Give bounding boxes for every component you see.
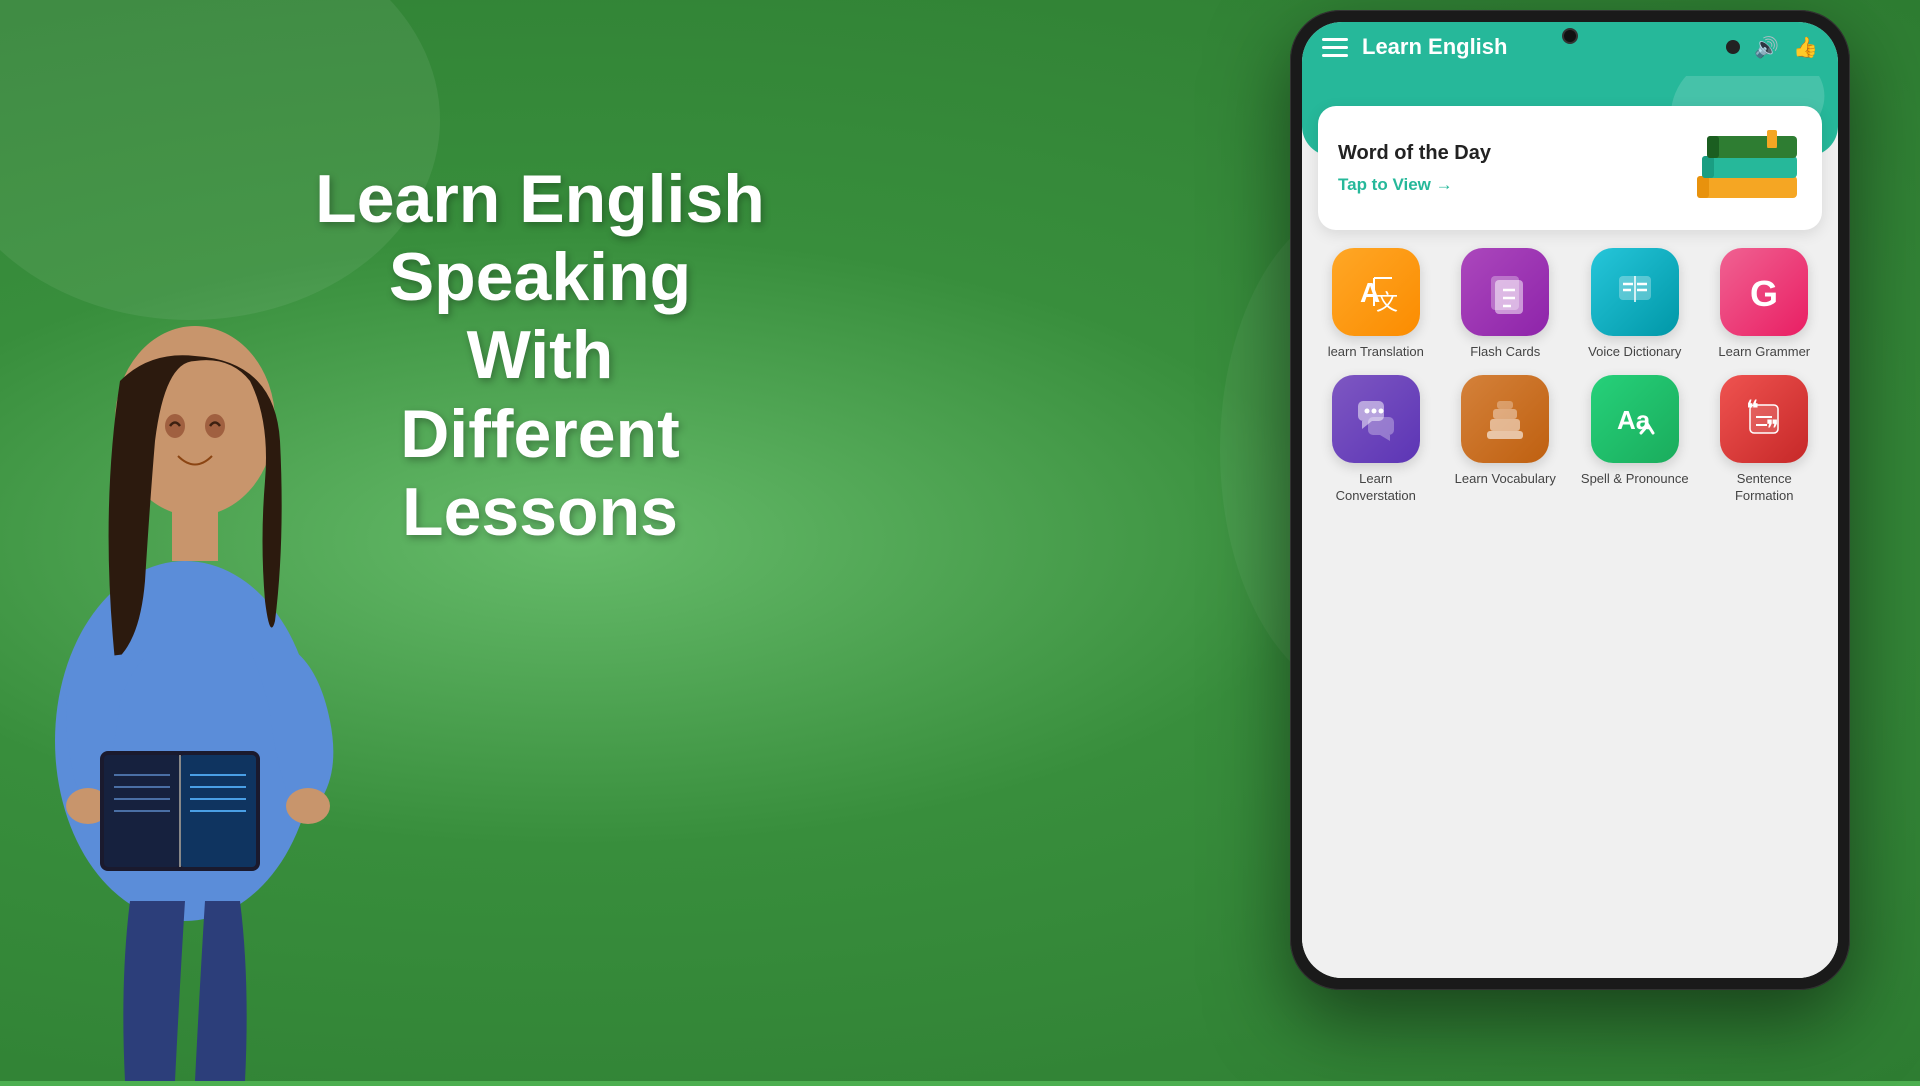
hero-subtitle-with: With xyxy=(467,317,614,393)
feature-item-learn-translation[interactable]: A文 learn Translation xyxy=(1318,248,1434,361)
word-of-day-content: Word of the Day Tap to View → xyxy=(1338,142,1491,195)
menu-line xyxy=(1322,54,1348,57)
svg-text:Aa: Aa xyxy=(1617,405,1651,435)
menu-line xyxy=(1322,46,1348,49)
menu-button[interactable] xyxy=(1322,38,1348,57)
sound-icon[interactable]: 🔊 xyxy=(1754,35,1779,60)
screen-content: Word of the Day Tap to View → xyxy=(1302,76,1838,978)
features-grid: A文 learn Translation Flash Cards Voice Dict… xyxy=(1318,248,1822,505)
phone-frame: Learn English 🔊 👍 xyxy=(1290,10,1850,990)
feature-label-learn-conversation: Learn Converstation xyxy=(1318,471,1434,505)
feature-item-voice-dictionary[interactable]: Voice Dictionary xyxy=(1577,248,1693,361)
feature-label-spell-pronounce: Spell & Pronounce xyxy=(1581,471,1689,488)
hero-subtitle-different: Different xyxy=(400,396,680,472)
header-actions: 🔊 👍 xyxy=(1754,35,1818,60)
feature-icon-learn-translation: A文 xyxy=(1332,248,1420,336)
like-icon[interactable]: 👍 xyxy=(1793,35,1818,60)
tap-to-view-link[interactable]: Tap to View → xyxy=(1338,175,1491,195)
word-of-day-title: Word of the Day xyxy=(1338,142,1491,165)
feature-item-spell-pronounce[interactable]: Aa Spell & Pronounce xyxy=(1577,375,1693,505)
hero-subtitle-speaking: Speaking xyxy=(389,239,691,315)
feature-icon-learn-vocabulary xyxy=(1461,375,1549,463)
feature-icon-voice-dictionary xyxy=(1591,248,1679,336)
hero-title: Learn English xyxy=(315,161,765,237)
feature-item-flash-cards[interactable]: Flash Cards xyxy=(1448,248,1564,361)
title-dot xyxy=(1726,40,1740,54)
svg-text:文: 文 xyxy=(1376,290,1398,314)
feature-icon-sentence-formation: ❝❞ xyxy=(1720,375,1808,463)
phone-mockup: Learn English 🔊 👍 xyxy=(1280,10,1860,1030)
feature-label-flash-cards: Flash Cards xyxy=(1470,344,1540,361)
feature-item-learn-vocabulary[interactable]: Learn Vocabulary xyxy=(1448,375,1564,505)
app-title: Learn English xyxy=(1362,34,1708,60)
svg-text:G: G xyxy=(1750,273,1778,314)
feature-icon-learn-grammar: G xyxy=(1720,248,1808,336)
feature-item-learn-grammar[interactable]: G Learn Grammer xyxy=(1707,248,1823,361)
hero-text-block: Learn English Speaking With Different Le… xyxy=(260,160,820,551)
hero-subtitle-lessons: Lessons xyxy=(402,474,678,550)
feature-icon-learn-conversation xyxy=(1332,375,1420,463)
feature-icon-flash-cards xyxy=(1461,248,1549,336)
feature-item-sentence-formation[interactable]: ❝❞ Sentence Formation xyxy=(1707,375,1823,505)
book-stack-icon xyxy=(1692,128,1802,208)
word-of-day-card[interactable]: Word of the Day Tap to View → xyxy=(1318,106,1822,230)
phone-screen: Learn English 🔊 👍 xyxy=(1302,22,1838,978)
menu-line xyxy=(1322,38,1348,41)
feature-item-learn-conversation[interactable]: Learn Converstation xyxy=(1318,375,1434,505)
phone-camera xyxy=(1562,28,1578,44)
feature-icon-spell-pronounce: Aa xyxy=(1591,375,1679,463)
feature-label-learn-translation: learn Translation xyxy=(1328,344,1424,361)
feature-label-learn-grammar: Learn Grammer xyxy=(1718,344,1810,361)
feature-label-learn-vocabulary: Learn Vocabulary xyxy=(1455,471,1556,488)
feature-label-sentence-formation: Sentence Formation xyxy=(1707,471,1823,505)
feature-label-voice-dictionary: Voice Dictionary xyxy=(1588,344,1681,361)
